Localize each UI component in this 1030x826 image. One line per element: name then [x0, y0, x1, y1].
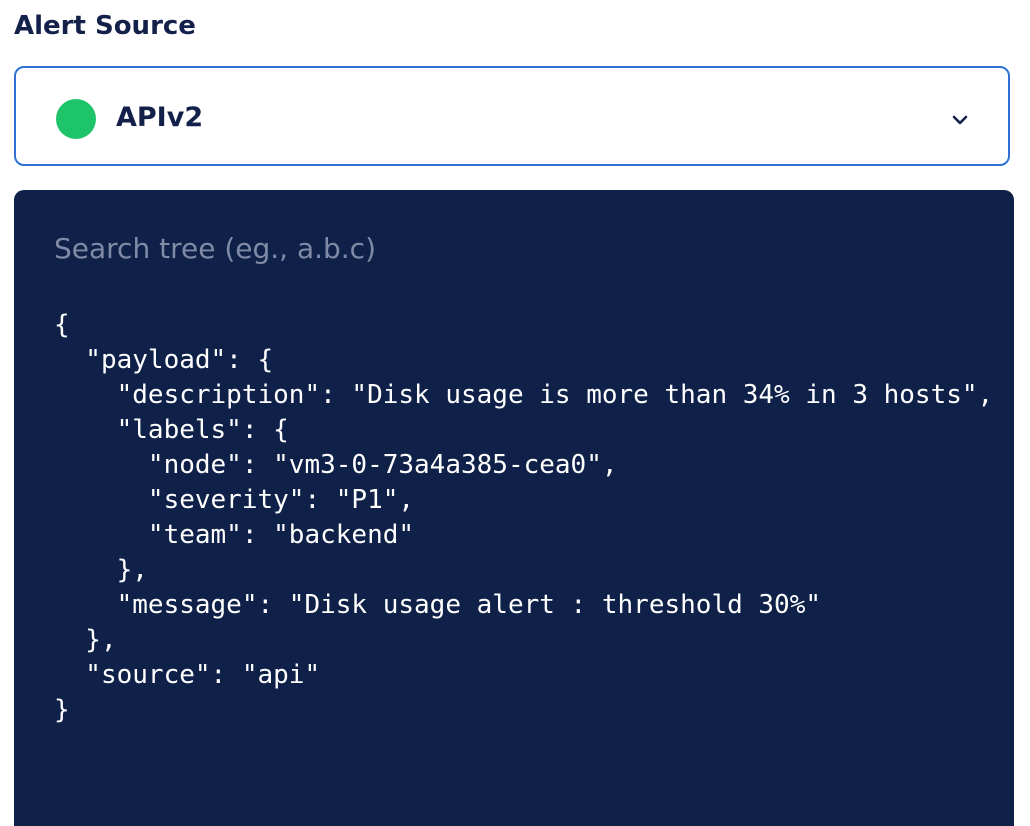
- json-line: },: [54, 555, 148, 585]
- json-line: {: [54, 310, 70, 340]
- chevron-down-icon[interactable]: [948, 108, 972, 132]
- alert-source-label: Alert Source: [14, 11, 196, 41]
- json-line: "description": "Disk usage is more than …: [54, 380, 994, 410]
- json-line: "severity": "P1",: [54, 485, 415, 515]
- json-line: "node": "vm3-0-73a4a385-cea0",: [54, 450, 618, 480]
- payload-tree-panel: { "payload": { "description": "Disk usag…: [14, 190, 1014, 826]
- json-line: },: [54, 625, 117, 655]
- search-tree-input[interactable]: [52, 226, 956, 270]
- json-line: "source": "api": [54, 660, 321, 690]
- alert-source-select[interactable]: APIv2: [14, 66, 1010, 166]
- selected-source-name: APIv2: [116, 102, 204, 133]
- json-line: "payload": {: [54, 345, 274, 375]
- json-line: "message": "Disk usage alert : threshold…: [54, 590, 822, 620]
- json-line: "team": "backend": [54, 520, 415, 550]
- json-payload-tree: { "payload": { "description": "Disk usag…: [54, 308, 993, 728]
- json-line: }: [54, 695, 70, 725]
- json-line: "labels": {: [54, 415, 289, 445]
- status-dot-icon: [56, 99, 96, 139]
